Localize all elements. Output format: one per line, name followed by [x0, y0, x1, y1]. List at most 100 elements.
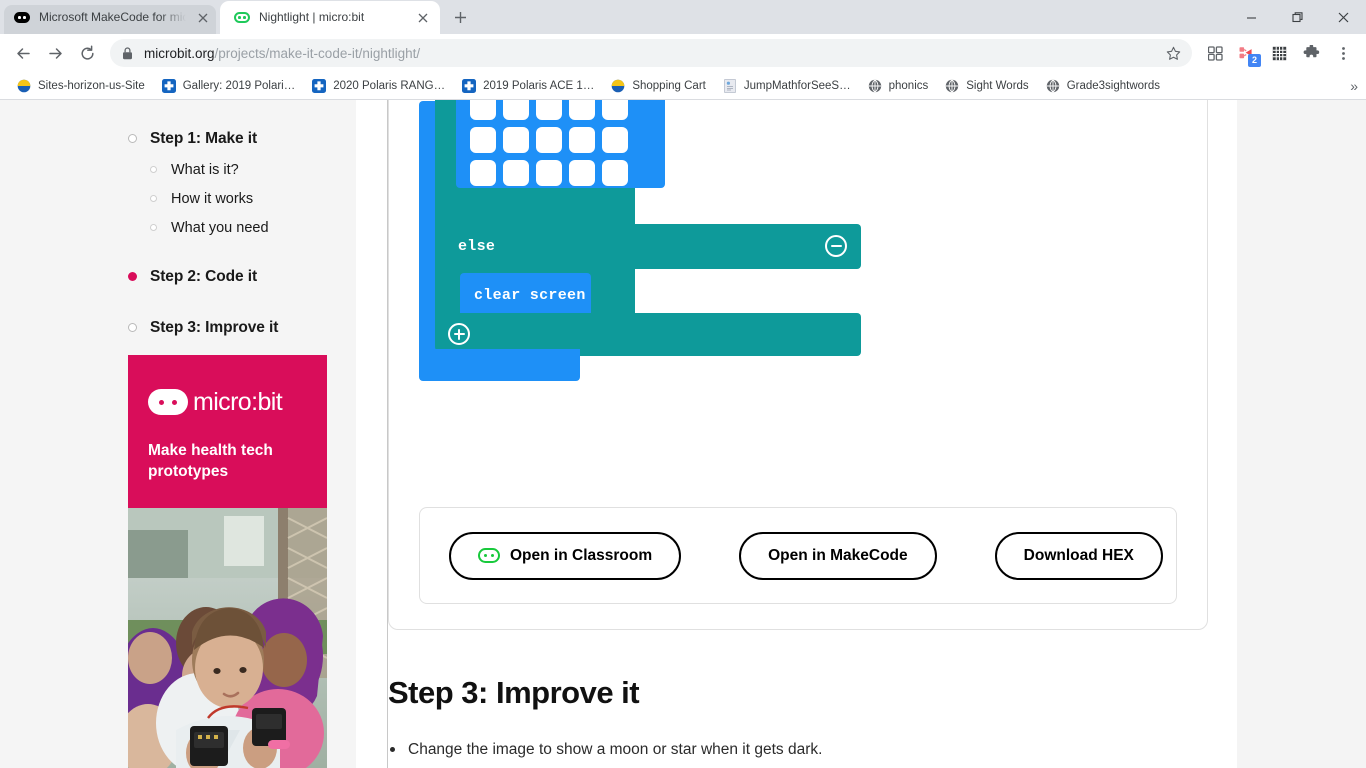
- sidebar-item-label: What is it?: [171, 161, 239, 178]
- led-cell[interactable]: [503, 160, 529, 186]
- bookmark-grade3sightwords[interactable]: Grade3sightwords: [1039, 75, 1166, 97]
- sidebar-item-how-it-works[interactable]: How it works: [0, 184, 356, 213]
- download-hex-button[interactable]: Download HEX: [994, 531, 1163, 580]
- led-cell[interactable]: [569, 160, 595, 186]
- led-cell[interactable]: [470, 160, 496, 186]
- forever-block-bottom: [419, 349, 580, 381]
- plus-circle-icon[interactable]: [448, 323, 470, 345]
- open-in-classroom-button[interactable]: Open in Classroom: [449, 531, 682, 580]
- else-keyword: else: [458, 238, 496, 255]
- apps-grid-icon[interactable]: [1200, 38, 1230, 68]
- button-label: Open in MakeCode: [768, 546, 908, 564]
- led-cell[interactable]: [602, 100, 628, 120]
- bookmark-gallery-2019-polaris[interactable]: Gallery: 2019 Polari…: [155, 75, 302, 97]
- sidebar-item-label: What you need: [171, 219, 269, 236]
- tab-title: Microsoft MakeCode for micro:bit: [39, 10, 186, 24]
- bookmark-star-icon[interactable]: [1162, 42, 1184, 64]
- bookmark-sites-horizon[interactable]: Sites-horizon-us-Site: [10, 75, 151, 97]
- globe-icon: [1045, 78, 1061, 94]
- new-tab-button[interactable]: [446, 3, 474, 31]
- bookmark-jumpmath[interactable]: JumpMathforSeeS…: [716, 75, 857, 97]
- blue-plus-icon: [461, 78, 477, 94]
- open-in-makecode-button[interactable]: Open in MakeCode: [739, 531, 937, 580]
- window-controls: [1228, 0, 1366, 34]
- sidebar: Step 1: Make it What is it? How it works…: [0, 100, 356, 768]
- led-cell[interactable]: [602, 127, 628, 153]
- sidebar-item-what-you-need[interactable]: What you need: [0, 213, 356, 242]
- step-navigation: Step 1: Make it What is it? How it works…: [0, 100, 356, 344]
- tab-nightlight[interactable]: Nightlight | micro:bit: [220, 1, 440, 34]
- led-cell[interactable]: [602, 160, 628, 186]
- step-dot-icon: [128, 323, 137, 332]
- minus-circle-icon[interactable]: [825, 235, 847, 257]
- button-label: Download HEX: [1023, 546, 1134, 564]
- show-leds-block[interactable]: [456, 100, 665, 188]
- tab-makecode[interactable]: Microsoft MakeCode for micro:bit: [0, 1, 220, 34]
- led-cell[interactable]: [569, 100, 595, 120]
- promo-heading: Make health tech prototypes: [148, 442, 273, 480]
- sidebar-item-label: Step 3: Improve it: [150, 318, 279, 336]
- bookmark-label: Sites-horizon-us-Site: [38, 79, 145, 92]
- bookmarks-overflow-icon[interactable]: »: [1350, 78, 1358, 94]
- url-path: /projects/make-it-code-it/nightlight/: [214, 45, 421, 61]
- bookmark-2019-polaris-ace[interactable]: 2019 Polaris ACE 1…: [455, 75, 600, 97]
- yellow-blue-circle-icon: [16, 78, 32, 94]
- document-icon: [722, 78, 738, 94]
- back-button[interactable]: [8, 38, 38, 68]
- sidebar-item-what-is-it[interactable]: What is it?: [0, 155, 356, 184]
- sidebar-item-label: How it works: [171, 190, 254, 207]
- close-window-icon[interactable]: [1320, 0, 1366, 34]
- else-clause[interactable]: else: [444, 224, 861, 269]
- led-cell[interactable]: [536, 100, 562, 120]
- chrome-menu-icon[interactable]: [1328, 38, 1358, 68]
- button-label: Open in Classroom: [510, 546, 653, 564]
- step3-section: Step 3: Improve it Change the image to s…: [388, 675, 1208, 768]
- led-cell[interactable]: [536, 127, 562, 153]
- step-dot-icon: [150, 166, 157, 173]
- led-cell[interactable]: [470, 100, 496, 120]
- clear-screen-block[interactable]: clear screen: [460, 273, 591, 317]
- extensions-puzzle-icon[interactable]: [1296, 38, 1326, 68]
- promo-brand-label: micro:bit: [193, 387, 283, 416]
- led-cell[interactable]: [470, 127, 496, 153]
- tab-title: Nightlight | micro:bit: [259, 10, 365, 24]
- sidebar-item-step2[interactable]: Step 2: Code it: [0, 260, 356, 293]
- step-dot-active-icon: [128, 272, 137, 281]
- led-matrix[interactable]: [470, 100, 628, 186]
- bookmark-2020-polaris-ranger[interactable]: 2020 Polaris RANG…: [305, 75, 451, 97]
- led-cell[interactable]: [503, 100, 529, 120]
- led-cell[interactable]: [503, 127, 529, 153]
- bookmark-label: 2019 Polaris ACE 1…: [483, 79, 595, 92]
- extension-badge-count: 2: [1248, 54, 1261, 67]
- sidebar-item-label: Step 2: Code it: [150, 267, 258, 285]
- list-item: Change the image to show a moon or star …: [388, 737, 1013, 762]
- extension-pink-icon[interactable]: 2: [1232, 38, 1262, 68]
- reload-button[interactable]: [72, 38, 102, 68]
- microbit-face-icon: [148, 389, 188, 415]
- forward-button[interactable]: [40, 38, 70, 68]
- bookmark-label: Shopping Cart: [632, 79, 706, 92]
- bookmark-sight-words[interactable]: Sight Words: [938, 75, 1034, 97]
- bookmark-label: Sight Words: [966, 79, 1029, 92]
- bookmark-phonics[interactable]: phonics: [861, 75, 935, 97]
- bookmark-shopping-cart[interactable]: Shopping Cart: [604, 75, 712, 97]
- sidebar-item-step3[interactable]: Step 3: Improve it: [0, 311, 356, 344]
- grid-table-icon[interactable]: [1264, 38, 1294, 68]
- tab-strip: Microsoft MakeCode for micro:bit Nightli…: [0, 0, 1366, 34]
- address-bar[interactable]: microbit.org/projects/make-it-code-it/ni…: [110, 39, 1192, 67]
- led-cell[interactable]: [569, 127, 595, 153]
- microbit-green-icon: [478, 548, 500, 563]
- sidebar-item-step1[interactable]: Step 1: Make it: [0, 122, 356, 155]
- close-icon[interactable]: [415, 10, 431, 26]
- promo-card[interactable]: micro:bit Make health tech prototypes: [128, 355, 327, 768]
- globe-icon: [944, 78, 960, 94]
- microbit-green-icon: [234, 10, 250, 26]
- minimize-icon[interactable]: [1228, 0, 1274, 34]
- maximize-restore-icon[interactable]: [1274, 0, 1320, 34]
- microbit-logo: micro:bit: [148, 389, 307, 415]
- close-icon[interactable]: [195, 10, 211, 26]
- led-cell[interactable]: [536, 160, 562, 186]
- lock-icon: [122, 46, 134, 60]
